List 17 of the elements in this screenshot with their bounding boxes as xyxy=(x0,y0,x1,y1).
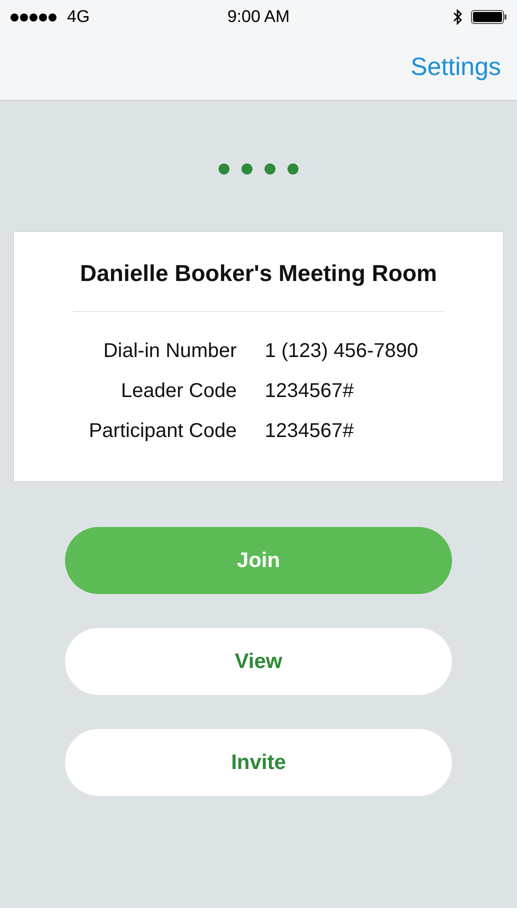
detail-value: 1 (123) 456-7890 xyxy=(264,340,418,363)
detail-value: 1234567# xyxy=(264,380,355,403)
detail-label: Leader Code xyxy=(120,380,237,403)
detail-label: Participant Code xyxy=(88,420,237,443)
battery-icon xyxy=(471,10,507,24)
clock-time: 9:00 AM xyxy=(227,7,290,27)
signal-icon xyxy=(10,12,58,22)
action-button[interactable]: View xyxy=(65,628,452,695)
loading-dots-icon xyxy=(218,163,300,175)
meeting-title: Danielle Booker's Meeting Room xyxy=(80,260,437,287)
detail-label: Dial-in Number xyxy=(102,340,237,363)
settings-link[interactable]: Settings xyxy=(410,52,501,82)
detail-value: 1234567# xyxy=(264,420,355,443)
action-button[interactable]: Invite xyxy=(65,729,452,796)
join-button[interactable]: Join xyxy=(65,527,452,594)
bluetooth-icon xyxy=(453,9,463,25)
carrier-label: 4G xyxy=(67,7,90,27)
